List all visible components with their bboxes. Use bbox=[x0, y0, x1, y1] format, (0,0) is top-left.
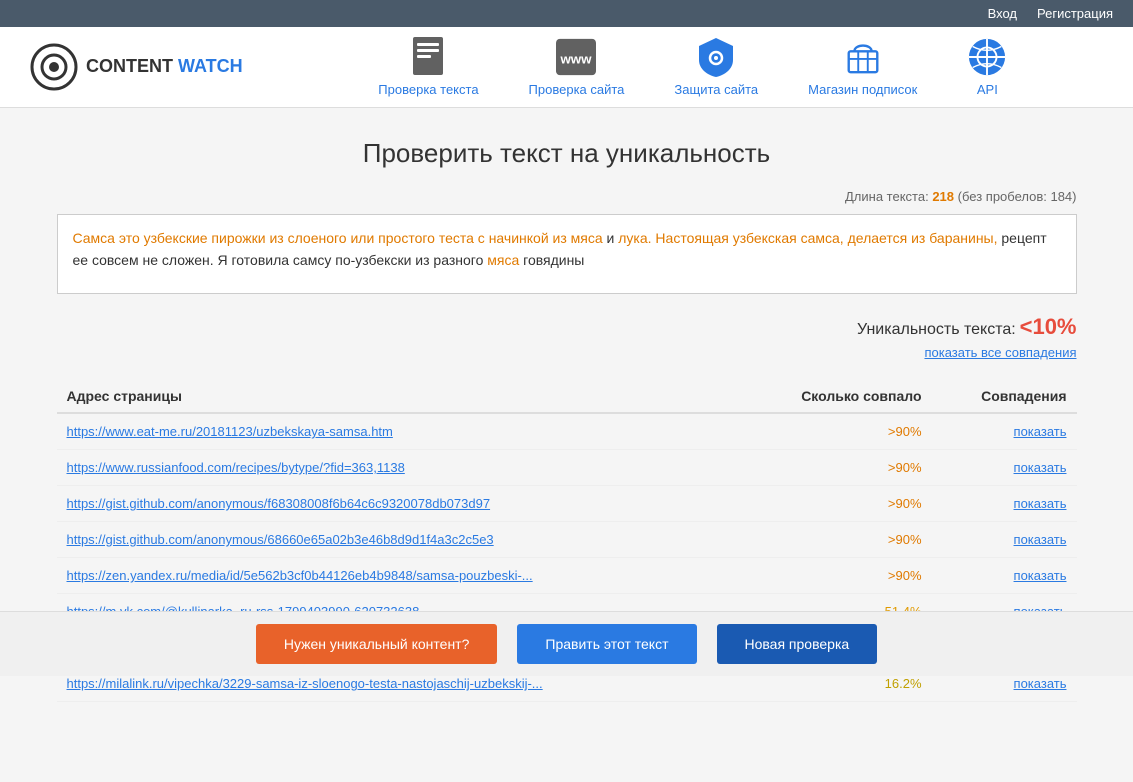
url-link[interactable]: https://gist.github.com/anonymous/68660e… bbox=[67, 532, 494, 547]
table-row: https://www.russianfood.com/recipes/byty… bbox=[57, 450, 1077, 486]
text-part-5: говядины bbox=[519, 252, 584, 268]
length-value: 218 bbox=[932, 189, 954, 204]
shield-icon bbox=[696, 37, 736, 77]
cell-action: показать bbox=[932, 450, 1077, 486]
show-link[interactable]: показать bbox=[1014, 532, 1067, 547]
table-row: https://gist.github.com/anonymous/68660e… bbox=[57, 522, 1077, 558]
cell-action: показать bbox=[932, 558, 1077, 594]
page-title: Проверить текст на уникальность bbox=[57, 138, 1077, 169]
new-check-button[interactable]: Новая проверка bbox=[717, 624, 878, 664]
cell-url: https://gist.github.com/anonymous/f68308… bbox=[57, 486, 739, 522]
cell-action: показать bbox=[932, 413, 1077, 450]
show-all-link[interactable]: показать все совпадения bbox=[57, 345, 1077, 360]
nav-check-site[interactable]: www Проверка сайта bbox=[529, 37, 625, 97]
cell-pct: >90% bbox=[739, 450, 932, 486]
nav-check-text-label: Проверка текста bbox=[378, 82, 478, 97]
cell-action: показать bbox=[932, 486, 1077, 522]
main-nav: Проверка текста www Проверка сайта Защит bbox=[283, 37, 1103, 97]
cell-url: https://www.eat-me.ru/20181123/uzbekskay… bbox=[57, 413, 739, 450]
text-part-4: мяса bbox=[487, 252, 519, 268]
uniqueness-row: Уникальность текста: <10% bbox=[57, 314, 1077, 340]
svg-text:www: www bbox=[560, 52, 593, 67]
input-text-box: Самса это узбекские пирожки из слоеного … bbox=[57, 214, 1077, 294]
url-link[interactable]: https://www.russianfood.com/recipes/byty… bbox=[67, 460, 405, 475]
nav-protect-site-label: Защита сайта bbox=[674, 82, 758, 97]
logo-text: CONTENT WATCH bbox=[86, 57, 243, 77]
nav-api-label: API bbox=[977, 82, 998, 97]
show-link[interactable]: показать bbox=[1014, 424, 1067, 439]
nav-api[interactable]: API bbox=[967, 37, 1007, 97]
cell-pct: >90% bbox=[739, 558, 932, 594]
table-row: https://www.eat-me.ru/20181123/uzbekskay… bbox=[57, 413, 1077, 450]
cell-action: показать bbox=[932, 522, 1077, 558]
header: CONTENT WATCH Проверка текста www bbox=[0, 27, 1133, 108]
unique-content-button[interactable]: Нужен уникальный контент? bbox=[256, 624, 498, 664]
cell-pct: >90% bbox=[739, 413, 932, 450]
uniqueness-label: Уникальность текста: bbox=[857, 321, 1016, 338]
text-length-info: Длина текста: 218 (без пробелов: 184) bbox=[57, 189, 1077, 204]
url-link[interactable]: https://milalink.ru/vipechka/3229-samsa-… bbox=[67, 676, 543, 691]
api-icon bbox=[967, 37, 1007, 77]
length-no-spaces: (без пробелов: 184) bbox=[958, 189, 1077, 204]
logo-icon bbox=[30, 43, 78, 91]
url-link[interactable]: https://zen.yandex.ru/media/id/5e562b3cf… bbox=[67, 568, 533, 583]
col-action: Совпадения bbox=[932, 380, 1077, 413]
topbar: Вход Регистрация bbox=[0, 0, 1133, 27]
col-url: Адрес страницы bbox=[57, 380, 739, 413]
basket-icon bbox=[843, 37, 883, 77]
length-label: Длина текста: bbox=[845, 189, 929, 204]
uniqueness-value: <10% bbox=[1020, 314, 1077, 339]
cell-url: https://www.russianfood.com/recipes/byty… bbox=[57, 450, 739, 486]
login-link[interactable]: Вход bbox=[988, 6, 1017, 21]
register-link[interactable]: Регистрация bbox=[1037, 6, 1113, 21]
nav-check-site-label: Проверка сайта bbox=[529, 82, 625, 97]
cell-pct: >90% bbox=[739, 486, 932, 522]
url-link[interactable]: https://www.eat-me.ru/20181123/uzbekskay… bbox=[67, 424, 393, 439]
text-content: Самса это узбекские пирожки из слоеного … bbox=[73, 230, 1047, 268]
table-row: https://gist.github.com/anonymous/f68308… bbox=[57, 486, 1077, 522]
nav-protect-site[interactable]: Защита сайта bbox=[674, 37, 758, 97]
edit-text-button[interactable]: Править этот текст bbox=[517, 624, 696, 664]
bottom-bar: Нужен уникальный контент? Править этот т… bbox=[0, 611, 1133, 676]
show-link[interactable]: показать bbox=[1014, 460, 1067, 475]
col-pct: Сколько совпало bbox=[739, 380, 932, 413]
nav-check-text[interactable]: Проверка текста bbox=[378, 37, 478, 97]
cell-url: https://zen.yandex.ru/media/id/5e562b3cf… bbox=[57, 558, 739, 594]
logo[interactable]: CONTENT WATCH bbox=[30, 43, 243, 91]
text-part-2: лука. Настоящая узбекская самса, делаетс… bbox=[618, 230, 997, 246]
table-header-row: Адрес страницы Сколько совпало Совпадени… bbox=[57, 380, 1077, 413]
text-part-and: и bbox=[603, 230, 619, 246]
doc-icon bbox=[408, 37, 448, 77]
nav-shop-label: Магазин подписок bbox=[808, 82, 917, 97]
www-icon: www bbox=[556, 37, 596, 77]
show-link[interactable]: показать bbox=[1014, 496, 1067, 511]
nav-shop[interactable]: Магазин подписок bbox=[808, 37, 917, 97]
text-part-1: Самса это узбекские пирожки из слоеного … bbox=[73, 230, 603, 246]
cell-pct: >90% bbox=[739, 522, 932, 558]
show-link[interactable]: показать bbox=[1014, 568, 1067, 583]
main-content: Проверить текст на уникальность Длина те… bbox=[37, 108, 1097, 782]
cell-url: https://gist.github.com/anonymous/68660e… bbox=[57, 522, 739, 558]
url-link[interactable]: https://gist.github.com/anonymous/f68308… bbox=[67, 496, 491, 511]
table-row: https://zen.yandex.ru/media/id/5e562b3cf… bbox=[57, 558, 1077, 594]
show-link[interactable]: показать bbox=[1014, 676, 1067, 691]
